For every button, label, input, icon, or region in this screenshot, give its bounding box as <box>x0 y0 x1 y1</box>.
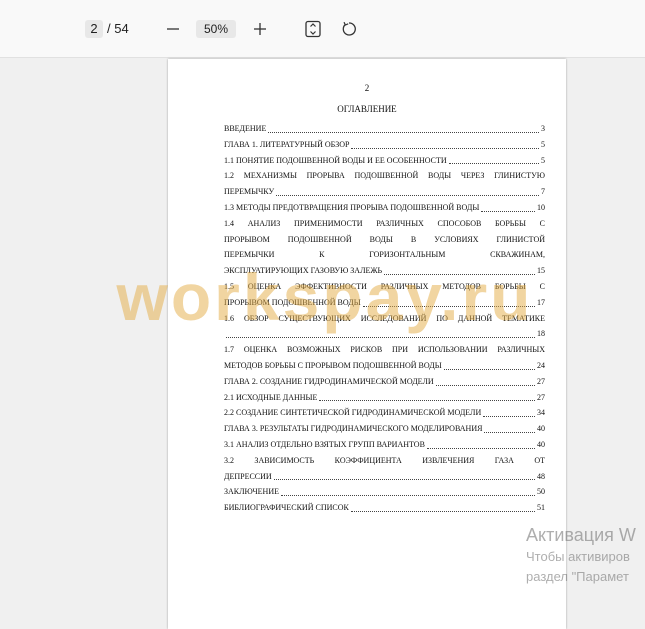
toc-entry[interactable]: ЭКСПЛУАТИРУЮЩИХ ГАЗОВУЮ ЗАЛЕЖЬ 15 <box>224 263 545 279</box>
toc-entry[interactable]: ПРОРЫВОМ ПОДОШВЕННОЙ ВОДЫ В УСЛОВИЯХ ГЛИ… <box>224 232 545 248</box>
fit-page-button[interactable] <box>301 17 325 41</box>
plus-icon <box>254 23 266 35</box>
toc-entry[interactable]: 1.7 ОЦЕНКА ВОЗМОЖНЫХ РИСКОВ ПРИ ИСПОЛЬЗО… <box>224 342 545 358</box>
activation-title: Активация W <box>526 525 636 545</box>
activation-line: раздел "Парамет <box>526 569 629 584</box>
rotate-icon <box>342 21 356 36</box>
toc-entry[interactable]: 1.3 МЕТОДЫ ПРЕДОТВРАЩЕНИЯ ПРОРЫВА ПОДОШВ… <box>224 200 545 216</box>
viewer-toolbar: 2 / 54 50% <box>0 0 645 58</box>
table-of-contents: ВВЕДЕНИЕ 3 ГЛАВА 1. ЛИТЕРАТУРНЫЙ ОБЗОР 5 1… <box>224 121 545 516</box>
toc-entry[interactable]: БИБЛИОГРАФИЧЕСКИЙ СПИСОК 51 <box>224 500 545 516</box>
toc-entry[interactable]: ДЕПРЕССИИ 48 <box>224 469 545 485</box>
zoom-level[interactable]: 50% <box>196 20 236 38</box>
toc-entry[interactable]: 2.2 СОЗДАНИЕ СИНТЕТИЧЕСКОЙ ГИДРОДИНАМИЧЕ… <box>224 405 545 421</box>
toc-entry[interactable]: МЕТОДОВ БОРЬБЫ С ПРОРЫВОМ ПОДОШВЕННОЙ ВО… <box>224 358 545 374</box>
toc-entry[interactable]: 1.6 ОБЗОР СУЩЕСТВУЮЩИХ ИССЛЕДОВАНИЙ ПО Д… <box>224 311 545 327</box>
toc-entry[interactable]: 1.4 АНАЛИЗ ПРИМЕНИМОСТИ РАЗЛИЧНЫХ СПОСОБ… <box>224 216 545 232</box>
toc-entry[interactable]: 3.2 ЗАВИСИМОСТЬ КОЭФФИЦИЕНТА ИЗВЛЕЧЕНИЯ … <box>224 453 545 469</box>
toc-entry[interactable]: ПЕРЕМЫЧКУ 7 <box>224 184 545 200</box>
toc-entry[interactable]: 1.5 ОЦЕНКА ЭФФЕКТИВНОСТИ РАЗЛИЧНЫХ МЕТОД… <box>224 279 545 295</box>
windows-activation-notice: Активация W Чтобы активиров раздел "Пара… <box>526 523 636 587</box>
toc-entry[interactable]: ВВЕДЕНИЕ 3 <box>224 121 545 137</box>
toc-entry[interactable]: 1.1 ПОНЯТИЕ ПОДОШВЕННОЙ ВОДЫ И ЕЕ ОСОБЕН… <box>224 153 545 169</box>
zoom-out-button[interactable] <box>161 17 185 41</box>
toc-entry[interactable]: ПЕРЕМЫЧКИ К ГОРИЗОНТАЛЬНЫМ СКВАЖИНАМ, <box>224 247 545 263</box>
toc-entry[interactable]: 18 <box>224 326 545 342</box>
minus-icon <box>167 28 179 30</box>
zoom-in-button[interactable] <box>248 17 272 41</box>
toc-entry[interactable]: ЗАКЛЮЧЕНИЕ 50 <box>224 484 545 500</box>
total-pages-label: / 54 <box>107 21 129 36</box>
toc-title: ОГЛАВЛЕНИЕ <box>337 104 397 114</box>
toc-entry[interactable]: 3.1 АНАЛИЗ ОТДЕЛЬНО ВЗЯТЫХ ГРУПП ВАРИАНТ… <box>224 437 545 453</box>
toc-entry[interactable]: 1.2 МЕХАНИЗМЫ ПРОРЫВА ПОДОШВЕННОЙ ВОДЫ Ч… <box>224 168 545 184</box>
rotate-button[interactable] <box>337 17 361 41</box>
toc-entry[interactable]: ГЛАВА 3. РЕЗУЛЬТАТЫ ГИДРОДИНАМИЧЕСКОГО М… <box>224 421 545 437</box>
current-page-input[interactable]: 2 <box>85 20 103 38</box>
page-number: 2 <box>364 83 370 93</box>
toc-entry[interactable]: ГЛАВА 1. ЛИТЕРАТУРНЫЙ ОБЗОР 5 <box>224 137 545 153</box>
document-page: 2 ОГЛАВЛЕНИЕ ВВЕДЕНИЕ 3 ГЛАВА 1. ЛИТЕРАТУ… <box>168 59 566 629</box>
toc-entry[interactable]: 2.1 ИСХОДНЫЕ ДАННЫЕ 27 <box>224 390 545 406</box>
activation-line: Чтобы активиров <box>526 549 630 564</box>
fit-page-icon <box>305 20 321 38</box>
toc-entry[interactable]: ГЛАВА 2. СОЗДАНИЕ ГИДРОДИНАМИЧЕСКОЙ МОДЕ… <box>224 374 545 390</box>
toc-entry[interactable]: ПРОРЫВОМ ПОДОШВЕННОЙ ВОДЫ 17 <box>224 295 545 311</box>
